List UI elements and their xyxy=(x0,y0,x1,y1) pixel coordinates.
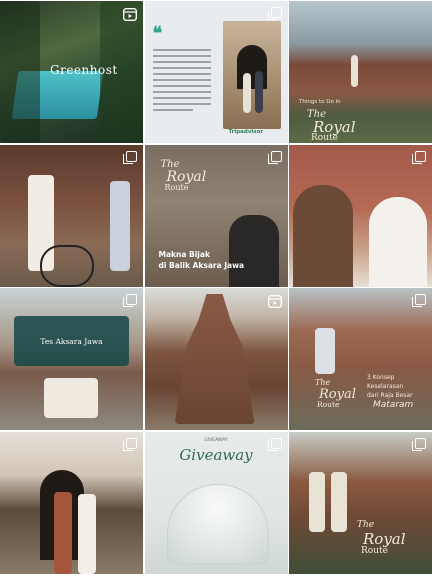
multiple-images-icon xyxy=(412,437,426,451)
post-tile[interactable] xyxy=(0,144,143,287)
bicycle-image xyxy=(40,244,94,287)
multiple-images-icon xyxy=(412,294,426,307)
post-tile[interactable] xyxy=(144,288,288,430)
multiple-images-icon xyxy=(267,437,282,451)
post-tile[interactable]: ❝ Tripadvisor xyxy=(144,1,288,143)
caption-line: Keselarasan xyxy=(367,383,404,390)
post-tile[interactable] xyxy=(0,431,143,574)
title-route: Route xyxy=(317,400,340,409)
post-tile[interactable]: GIVEAWAY Giveaway xyxy=(144,431,288,574)
person-figure xyxy=(242,73,251,113)
temple-gate-image xyxy=(174,294,255,424)
brand-watermark: Greenhost xyxy=(50,63,118,77)
person-figure xyxy=(351,55,358,87)
caption-line: di Balik Aksara Jawa xyxy=(158,260,245,270)
caption-line: Makna Bijak xyxy=(158,249,210,259)
title-route: Route xyxy=(164,182,189,192)
caption-line: dari Raja Besar xyxy=(367,392,413,399)
post-tile[interactable] xyxy=(289,144,432,287)
post-tile[interactable]: The Royal Route xyxy=(289,431,432,574)
person-figure xyxy=(369,196,427,287)
instagram-post-grid: Greenhost ❝ Tripadvisor Things to Do in … xyxy=(0,0,432,579)
person-figure xyxy=(254,71,263,113)
quote-text-block xyxy=(152,49,211,115)
person-figure xyxy=(78,493,96,574)
title-card: Tes Aksara Jawa xyxy=(14,316,129,366)
multiple-images-icon xyxy=(412,150,426,164)
people-figure xyxy=(44,378,98,418)
card-title: Tes Aksara Jawa xyxy=(40,337,103,346)
multiple-images-icon xyxy=(123,294,137,307)
tripadvisor-logo: Tripadvisor xyxy=(228,129,264,135)
giveaway-title: Giveaway xyxy=(179,445,253,464)
cyclist-figure xyxy=(331,471,347,532)
person-figure xyxy=(228,214,279,287)
reel-icon xyxy=(123,7,137,21)
post-tile[interactable]: Things to Do in The Royal Route xyxy=(289,1,432,143)
post-tile[interactable]: Greenhost xyxy=(0,1,143,143)
multiple-images-icon xyxy=(123,150,137,164)
reel-icon xyxy=(267,294,282,308)
post-tile[interactable]: The Royal Route 3 Konsep Keselarasan dar… xyxy=(289,288,432,430)
caption-line: 3 Konsep xyxy=(367,374,395,381)
giveaway-header: GIVEAWAY xyxy=(204,437,228,443)
person-figure xyxy=(293,184,353,287)
title-route: Route xyxy=(311,133,338,143)
multiple-images-icon xyxy=(123,437,137,451)
post-tile[interactable]: The Royal Route Makna Bijak di Balik Aks… xyxy=(144,144,288,287)
foliage-image xyxy=(0,1,40,143)
bubble-tent-image xyxy=(166,483,269,564)
cyclist-figure xyxy=(315,328,335,374)
post-tile[interactable]: Tes Aksara Jawa xyxy=(0,288,143,430)
multiple-images-icon xyxy=(267,150,282,164)
title-route: Route xyxy=(361,545,388,556)
quote-mark-icon: ❝ xyxy=(152,23,163,44)
person-figure xyxy=(54,491,72,574)
multiple-images-icon xyxy=(267,7,282,20)
caption-line: Mataram xyxy=(373,400,414,410)
couple-photo xyxy=(222,21,281,129)
person-figure xyxy=(110,180,130,271)
cyclist-figure xyxy=(309,471,325,532)
title-the: The xyxy=(357,519,375,530)
title-the: The xyxy=(315,378,331,387)
caption-top: Things to Do in xyxy=(299,99,341,105)
